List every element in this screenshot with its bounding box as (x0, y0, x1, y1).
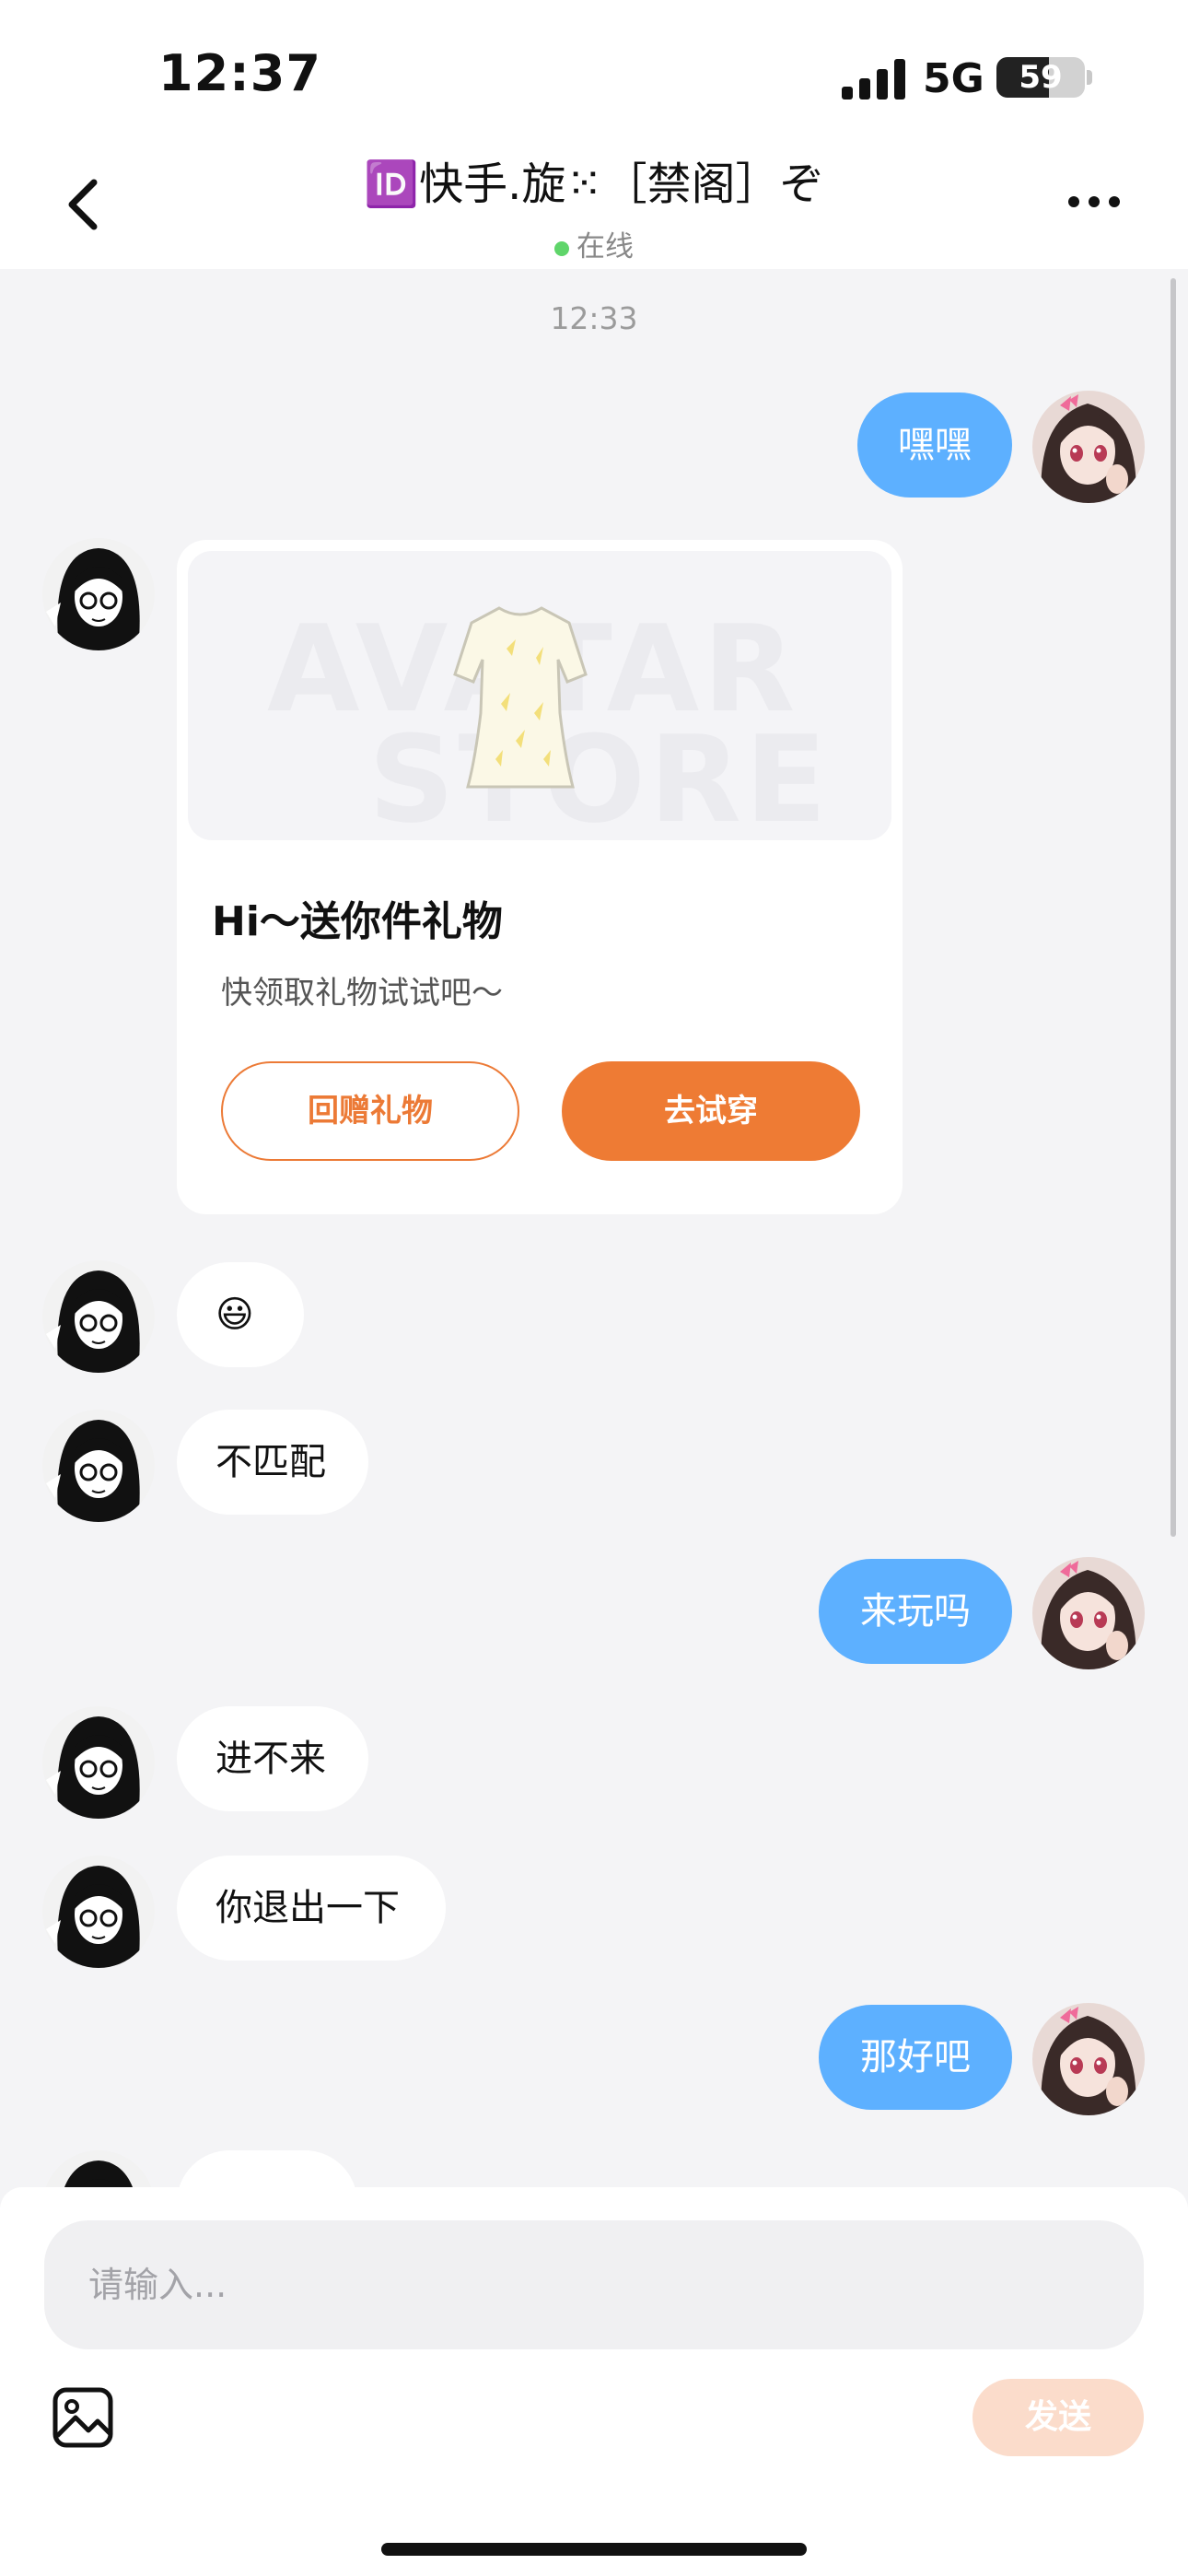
contact-message-bubble[interactable]: 你退出一下 (177, 1856, 446, 1961)
clock: 12:37 (158, 44, 321, 102)
home-indicator (381, 2543, 807, 2556)
try-on-button[interactable]: 去试穿 (562, 1061, 860, 1161)
message-timestamp: 12:33 (550, 300, 638, 336)
dress-icon (453, 606, 588, 789)
contact-avatar[interactable] (42, 1260, 155, 1373)
image-icon[interactable] (52, 2386, 114, 2449)
battery-level: 59 (1019, 59, 1063, 96)
contact-message-bubble[interactable]: 不匹配 (177, 1410, 368, 1515)
gift-card-title: Hi～送你件礼物 (212, 898, 503, 945)
contact-message-bubble[interactable]: 进不来 (177, 1706, 368, 1811)
contact-avatar[interactable] (42, 538, 155, 650)
chat-title[interactable]: 🆔快手.旋⁙［禁阁］ぞ (184, 147, 1004, 212)
my-message-bubble[interactable]: 来玩吗 (819, 1559, 1012, 1664)
contact-avatar[interactable] (42, 1410, 155, 1522)
my-avatar[interactable] (1032, 1557, 1145, 1669)
battery-cap (1087, 70, 1092, 85)
chat-scrollbar[interactable] (1171, 278, 1176, 1537)
ellipsis-icon[interactable] (1066, 192, 1122, 212)
online-status: 在线 (0, 223, 1188, 264)
network-type: 5G (923, 55, 984, 102)
message-composer: 发送 (0, 2187, 1188, 2576)
watermark-store-text: STORE (368, 709, 831, 840)
contact-message-bubble[interactable]: 😃 (177, 1262, 304, 1367)
gift-card-subtitle: 快领取礼物试试吧～ (221, 975, 503, 1012)
my-message-bubble[interactable]: 嘿嘿 (857, 392, 1012, 498)
my-avatar[interactable] (1032, 391, 1145, 503)
status-bar: 12:37 5G 59 (0, 0, 1188, 138)
return-gift-button[interactable]: 回赠礼物 (221, 1061, 519, 1161)
gift-preview-image: AVATAR STORE (188, 551, 891, 840)
online-status-label: 在线 (577, 230, 634, 263)
contact-avatar[interactable] (42, 1856, 155, 1968)
gift-card[interactable]: AVATAR STORE Hi～送你件礼物 快领取礼物试试吧～ 回赠礼物 去试穿 (177, 540, 903, 1214)
online-dot (554, 240, 569, 256)
chat-header: 🆔快手.旋⁙［禁阁］ぞ 在线 (0, 138, 1188, 269)
send-button[interactable]: 发送 (973, 2379, 1144, 2456)
my-message-bubble[interactable]: 那好吧 (819, 2005, 1012, 2110)
message-input[interactable] (44, 2220, 1144, 2349)
cellular-signal-icon (842, 59, 905, 100)
contact-avatar[interactable] (42, 1706, 155, 1819)
my-avatar[interactable] (1032, 2003, 1145, 2115)
battery-icon: 59 (996, 57, 1085, 98)
